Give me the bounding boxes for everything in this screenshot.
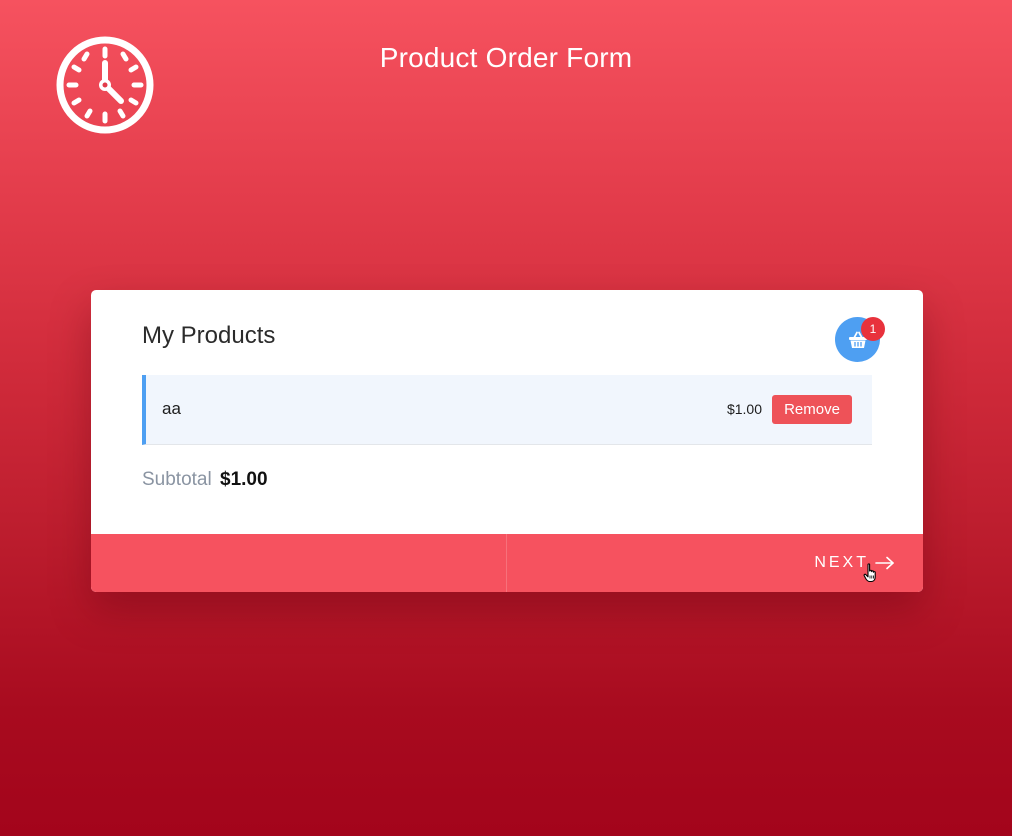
product-name: aa	[162, 399, 181, 418]
cart-count-badge: 1	[861, 317, 885, 341]
hand-cursor-icon	[863, 563, 876, 583]
back-area	[91, 534, 507, 592]
card-footer: NEXT	[91, 534, 923, 592]
subtotal-label: Subtotal	[142, 469, 212, 490]
next-area: NEXT	[507, 534, 923, 592]
next-label: NEXT	[814, 554, 869, 571]
subtotal: Subtotal $1.00	[142, 469, 268, 491]
next-button[interactable]: NEXT	[814, 534, 895, 592]
products-card: My Products 1 aa $1.00 Remove Subtotal $…	[91, 290, 923, 592]
product-row: aa $1.00 Remove	[142, 375, 872, 445]
product-price: $1.00	[726, 401, 762, 417]
card-title: My Products	[142, 322, 276, 349]
remove-button[interactable]: Remove	[772, 395, 852, 424]
page-title: Product Order Form	[379, 42, 633, 73]
subtotal-value: $1.00	[220, 469, 268, 490]
